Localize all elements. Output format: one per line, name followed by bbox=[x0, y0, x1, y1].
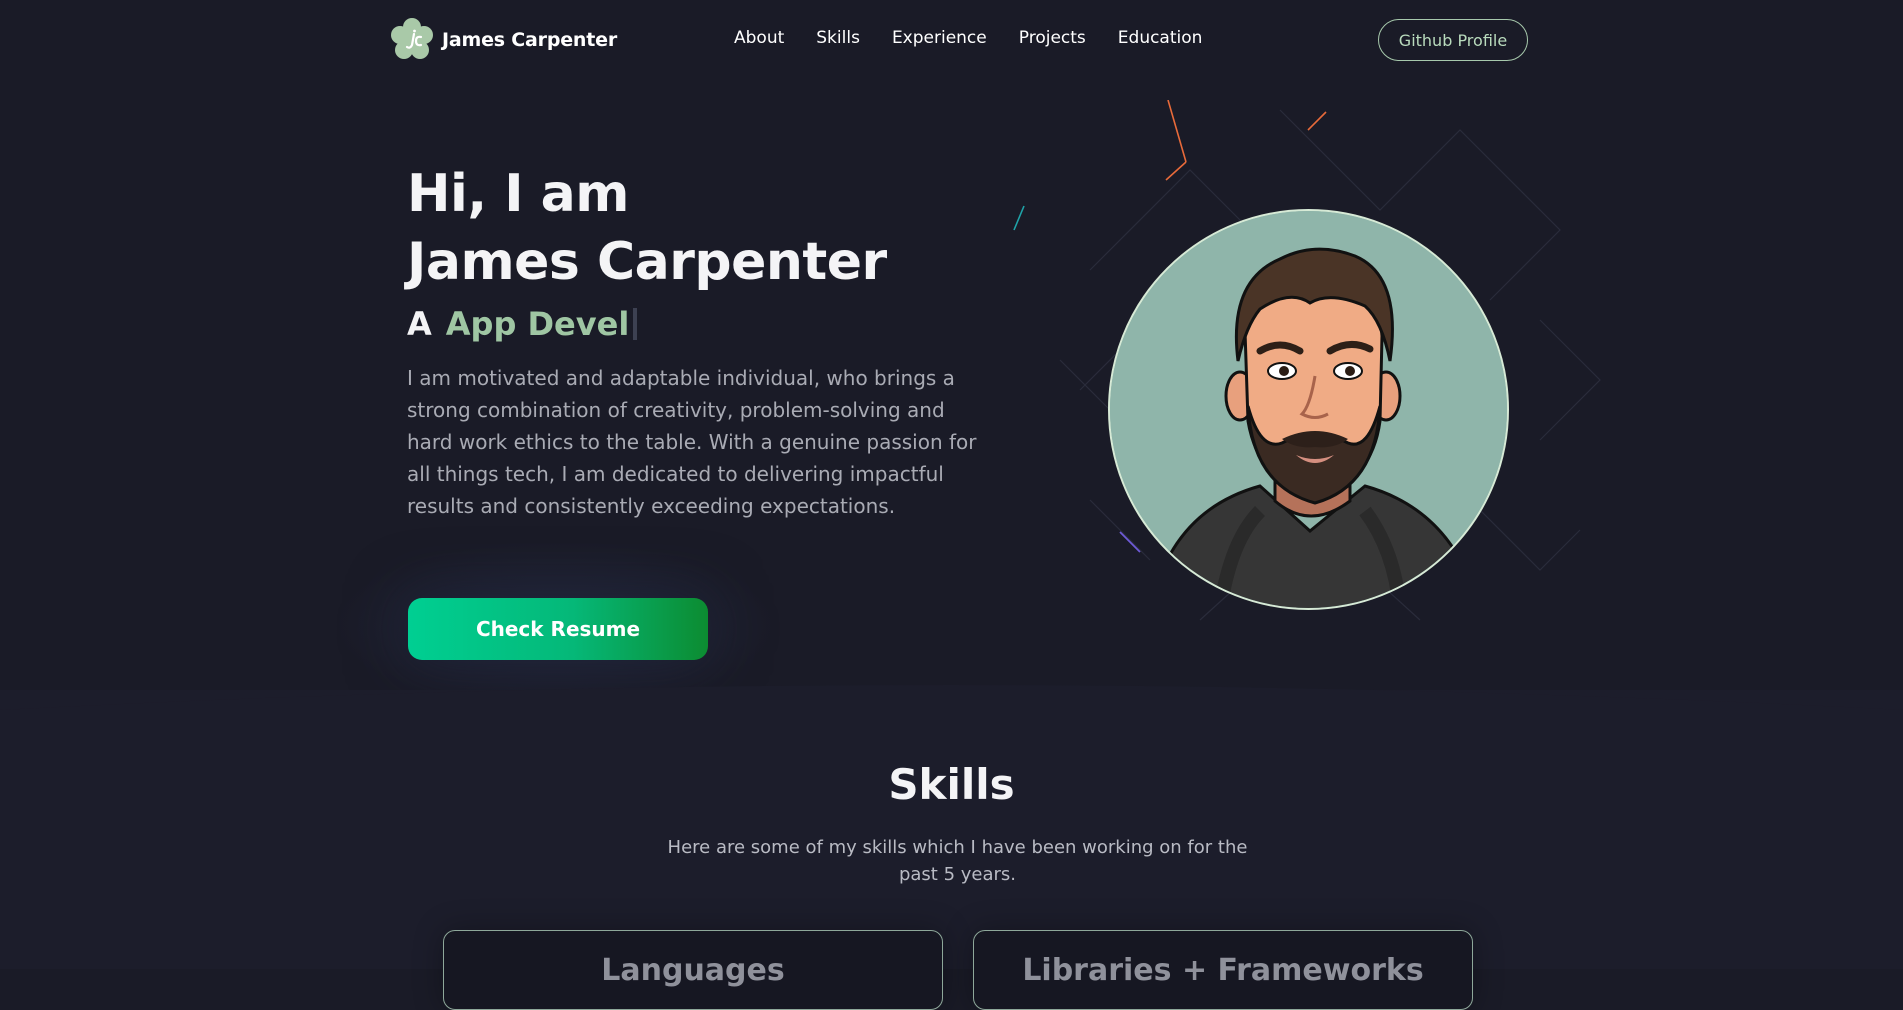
skill-card-title: Languages bbox=[601, 953, 785, 988]
jc-logo-icon bbox=[391, 18, 433, 59]
role-typed-text: App Devel bbox=[445, 305, 630, 343]
skill-card-frameworks: Libraries + Frameworks bbox=[973, 930, 1473, 1010]
hero-role: A App Devel bbox=[407, 305, 638, 343]
hero-description: I am motivated and adaptable individual,… bbox=[407, 366, 977, 518]
nav-link-about[interactable]: About bbox=[734, 28, 784, 48]
brand-name: James Carpenter bbox=[442, 29, 617, 51]
profile-avatar bbox=[1108, 209, 1509, 610]
hero-title: Hi, I am James Carpenter bbox=[407, 160, 887, 296]
hero-name: James Carpenter bbox=[407, 232, 887, 292]
skills-title: Skills bbox=[888, 760, 1015, 809]
nav-link-projects[interactable]: Projects bbox=[1019, 28, 1086, 48]
avatar-illustration bbox=[1110, 211, 1507, 608]
skill-card-title: Libraries + Frameworks bbox=[1022, 953, 1424, 988]
hero-greeting: Hi, I am bbox=[407, 164, 629, 224]
nav-link-experience[interactable]: Experience bbox=[892, 28, 987, 48]
top-nav: James Carpenter About Skills Experience … bbox=[0, 0, 1903, 80]
check-resume-button[interactable]: Check Resume bbox=[408, 598, 708, 660]
nav-links: About Skills Experience Projects Educati… bbox=[734, 28, 1202, 48]
typing-cursor bbox=[633, 308, 638, 340]
github-profile-button[interactable]: Github Profile bbox=[1378, 19, 1528, 61]
nav-link-skills[interactable]: Skills bbox=[816, 28, 860, 48]
skills-section bbox=[0, 685, 1903, 969]
brand-link[interactable]: James Carpenter bbox=[388, 16, 617, 64]
nav-link-education[interactable]: Education bbox=[1118, 28, 1203, 48]
skills-subtitle: Here are some of my skills which I have … bbox=[667, 837, 1248, 885]
skill-card-languages: Languages bbox=[443, 930, 943, 1010]
role-prefix: A bbox=[407, 305, 432, 343]
section-wave bbox=[0, 685, 1903, 710]
